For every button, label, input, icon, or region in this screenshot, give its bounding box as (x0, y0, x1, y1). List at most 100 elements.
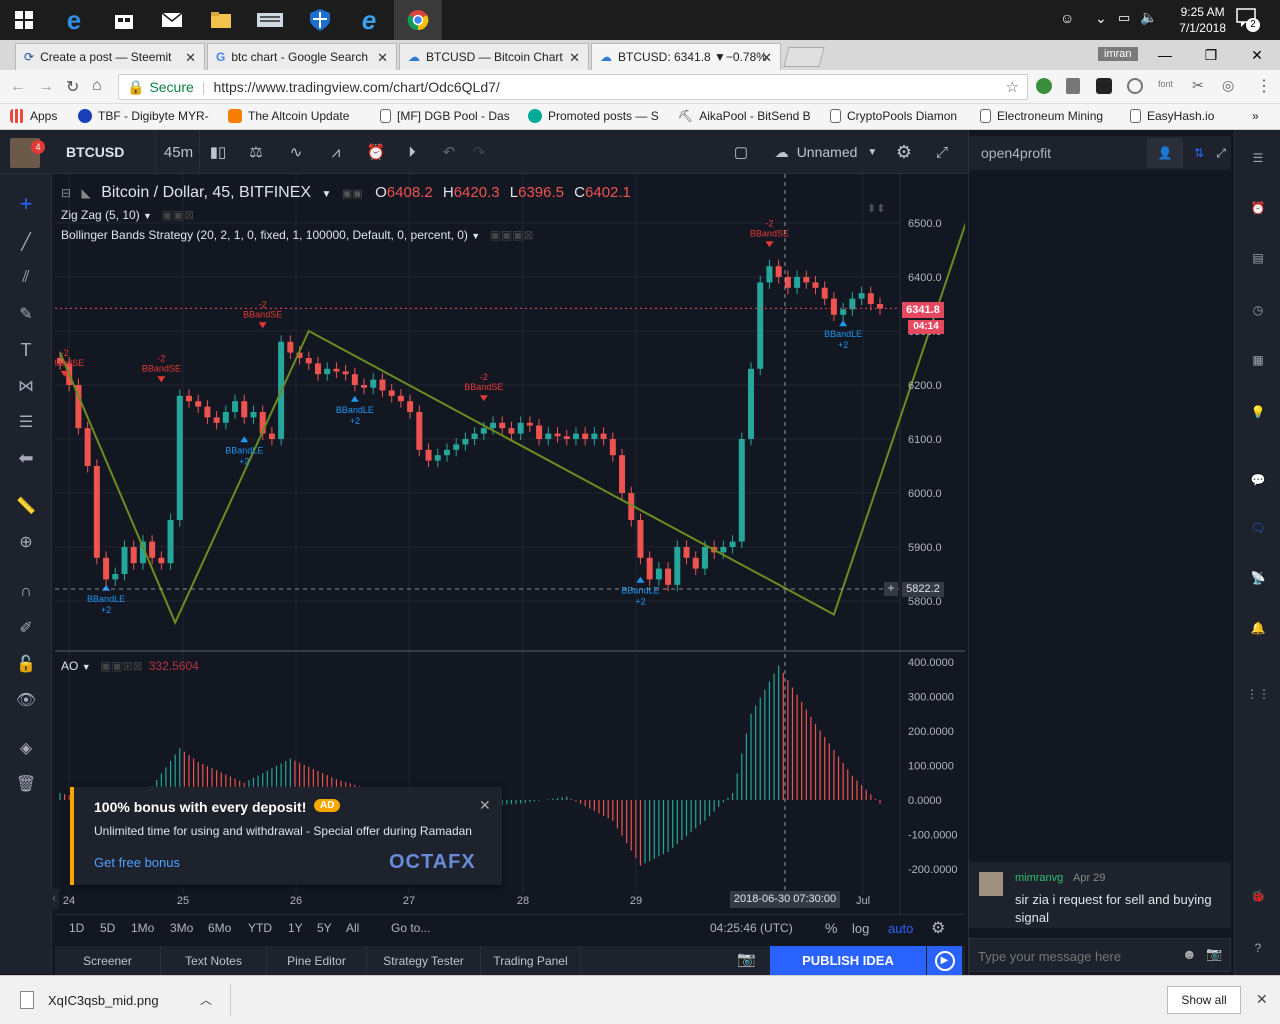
symbol-search[interactable]: BTCUSD (56, 130, 156, 174)
streams-icon[interactable]: 💬 (1244, 466, 1272, 494)
close-icon[interactable]: ✕ (761, 50, 772, 66)
emoji-icon[interactable]: ☻ (1182, 946, 1197, 962)
extension-globe-icon[interactable] (1036, 78, 1052, 94)
tray-chevron-icon[interactable]: ⌄ (1095, 10, 1107, 27)
templates-icon[interactable]: ⩘ (318, 130, 354, 174)
tab-trading-panel[interactable]: Trading Panel (481, 946, 581, 975)
flag-icon[interactable]: ◣ (82, 186, 91, 200)
bookmark-dgb-pool[interactable]: [MF] DGB Pool - Das (380, 109, 510, 123)
settings-mini-icons[interactable]: ▣▣ (342, 188, 363, 200)
replay-icon[interactable]: ⏵ (396, 130, 428, 174)
close-icon[interactable]: ✕ (1256, 991, 1268, 1008)
trash-icon[interactable]: 🗑 (12, 770, 40, 798)
tab-pine-editor[interactable]: Pine Editor (267, 946, 367, 975)
extension-chat-icon[interactable] (1127, 78, 1143, 94)
crosshair-icon[interactable]: + (12, 190, 40, 218)
action-center-icon[interactable]: 2 (1236, 8, 1262, 32)
indicators-icon[interactable]: ∿ (278, 130, 314, 174)
add-user-icon[interactable]: 👤 (1147, 138, 1183, 168)
extension-tampermonkey-icon[interactable] (1096, 78, 1112, 94)
publish-video-button[interactable]: ▶ (927, 946, 962, 975)
extension-tool-icon[interactable]: ✂ (1192, 77, 1204, 94)
edge-browser-icon[interactable]: e (50, 0, 98, 40)
chrome-icon[interactable] (394, 0, 442, 40)
home-icon[interactable]: ⌂ (92, 77, 102, 95)
ad-cta-link[interactable]: Get free bonus (94, 855, 180, 870)
show-all-downloads-button[interactable]: Show all (1167, 986, 1241, 1014)
pane-controls-icon[interactable]: ⬍⬍ (867, 202, 885, 215)
pitchfork-icon[interactable]: ⫽ (12, 264, 40, 292)
tf-1mo[interactable]: 1Mo (131, 915, 154, 941)
tab-strategy-tester[interactable]: Strategy Tester (367, 946, 481, 975)
restore-button[interactable]: ❐ (1188, 40, 1234, 70)
chrome-profile-name[interactable]: imran (1098, 47, 1138, 61)
utc-clock[interactable]: 04:25:46 (UTC) (710, 915, 793, 941)
watchlist-icon[interactable]: ☰ (1244, 144, 1272, 172)
tab-text-notes[interactable]: Text Notes (161, 946, 267, 975)
bug-icon[interactable]: 🐞 (1244, 882, 1272, 910)
tab-screener[interactable]: Screener (55, 946, 161, 975)
tab-steemit[interactable]: ⟳ Create a post — Steemit ✕ (15, 43, 205, 70)
network-icon[interactable]: ▭ (1118, 10, 1130, 26)
tf-5d[interactable]: 5D (100, 915, 115, 941)
tf-5y[interactable]: 5Y (317, 915, 332, 941)
keyboard-app-icon[interactable] (246, 0, 294, 40)
tab-btcusd-active[interactable]: ☁ BTCUSD: 6341.8 ▼−0.78% ✕ (591, 43, 781, 70)
bookmark-tbf[interactable]: TBF - Digibyte MYR- (78, 109, 209, 123)
store-icon[interactable] (100, 0, 148, 40)
symbol-title[interactable]: Bitcoin / Dollar, 45, BITFINEX (101, 184, 311, 201)
minimize-button[interactable]: — (1142, 40, 1188, 70)
security-shield-icon[interactable] (296, 0, 344, 40)
gear-icon[interactable]: ⚙ (931, 915, 945, 941)
extension-shield-icon[interactable] (1066, 78, 1080, 94)
extension-font-icon[interactable]: font (1158, 79, 1173, 89)
tab-bitcoin-chart[interactable]: ☁ BTCUSD — Bitcoin Chart ✕ (399, 43, 589, 70)
log-toggle[interactable]: log (852, 915, 869, 941)
layout-save-dropdown[interactable]: ☁ Unnamed ▼ (766, 130, 886, 174)
chevron-down-icon[interactable]: ▼ (322, 189, 332, 200)
chat-room-name[interactable]: open4profit (981, 145, 1051, 161)
url-bar[interactable]: 🔒 Secure | https://www.tradingview.com/c… (118, 74, 1028, 100)
compare-icon[interactable]: ⚖ (238, 130, 274, 174)
close-icon[interactable]: ✕ (185, 50, 196, 66)
chat-message[interactable]: mimranvg Apr 29 sir zia i request for se… (969, 862, 1231, 928)
close-icon[interactable]: ✕ (377, 50, 388, 66)
brush-icon[interactable]: ✎ (12, 300, 40, 328)
reload-icon[interactable]: ↻ (66, 77, 79, 97)
volume-icon[interactable]: 🔈 (1140, 9, 1157, 26)
forward-icon[interactable]: → (38, 78, 54, 96)
indicator-zigzag[interactable]: Zig Zag (5, 10) ▼ ▣▣⊠ (61, 208, 194, 222)
expand-icon[interactable]: ⤢ (928, 130, 956, 174)
indicator-ao[interactable]: AO ▼ ▣▣⊞⊠ 332.5604 (61, 659, 199, 673)
ideas-lightbulb-icon[interactable]: 💡 (1244, 398, 1272, 426)
percent-toggle[interactable]: % (825, 915, 837, 941)
bookmark-altcoin[interactable]: The Altcoin Update (228, 109, 349, 123)
message-user[interactable]: mimranvg (1015, 872, 1063, 884)
tf-6mo[interactable]: 6Mo (208, 915, 231, 941)
bookmark-aikapool[interactable]: ⛏ AikaPool - BitSend B (678, 109, 811, 123)
download-filename[interactable]: XqIC3qsb_mid.png (48, 993, 159, 1008)
tab-google-search[interactable]: Gbtc chart - Google Search ✕ (207, 43, 397, 70)
redo-icon[interactable]: ↷ (464, 130, 494, 174)
trend-line-icon[interactable]: ╱ (12, 228, 40, 256)
gear-icon[interactable]: ⚙ (890, 130, 918, 174)
close-icon[interactable]: ✕ (479, 797, 491, 814)
people-icon[interactable]: ☺ (1060, 10, 1074, 26)
octafx-ad-banner[interactable]: 100% bonus with every deposit! AD ✕ Unli… (70, 787, 502, 885)
new-tab-button[interactable] (783, 47, 825, 67)
bookmark-cryptopools[interactable]: CryptoPools Diamon (830, 109, 957, 123)
tf-3mo[interactable]: 3Mo (170, 915, 193, 941)
bookmark-electroneum[interactable]: Electroneum Mining (980, 109, 1103, 123)
chat-icon[interactable]: 🗨 (1244, 514, 1272, 542)
undo-icon[interactable]: ↶ (434, 130, 464, 174)
indicator-bollinger[interactable]: Bollinger Bands Strategy (20, 2, 1, 0, f… (61, 228, 534, 242)
bell-icon[interactable]: 🔔 (1244, 614, 1272, 642)
alert-icon[interactable]: ⏰ (358, 130, 394, 174)
fullscreen-square-icon[interactable]: ▢ (728, 130, 754, 174)
interval-selector[interactable]: 45m (158, 130, 200, 174)
system-clock[interactable]: 9:25 AM 7/1/2018 (1179, 4, 1226, 36)
tf-1y[interactable]: 1Y (288, 915, 303, 941)
pattern-icon[interactable]: ⋈ (12, 372, 40, 400)
close-window-button[interactable]: ✕ (1234, 40, 1280, 70)
tf-1d[interactable]: 1D (69, 915, 84, 941)
